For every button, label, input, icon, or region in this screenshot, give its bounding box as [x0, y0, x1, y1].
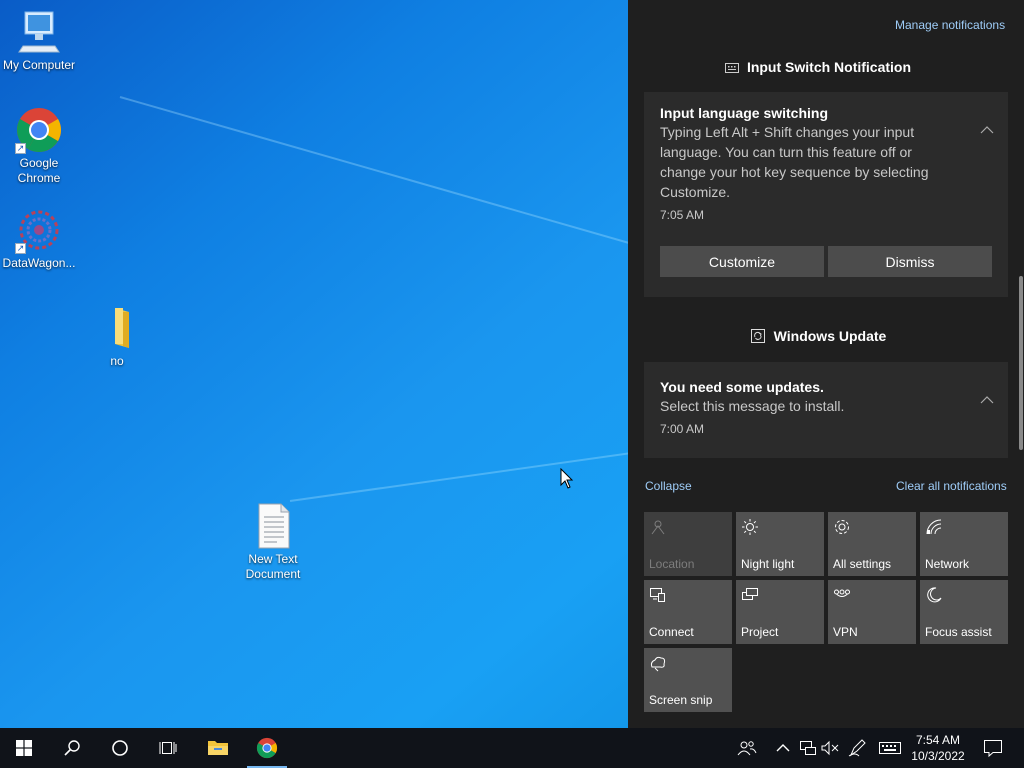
- pen-icon[interactable]: [847, 738, 869, 758]
- datawagon-icon: ↗: [15, 206, 63, 254]
- desktop-icon-label: My Computer: [2, 58, 76, 72]
- clear-all-notifications-link[interactable]: Clear all notifications: [896, 479, 1007, 493]
- quick-action-focus-assist[interactable]: Focus assist: [920, 580, 1008, 644]
- desktop-icon-google-chrome[interactable]: ↗ Google Chrome: [0, 106, 78, 186]
- night-light-icon: [742, 519, 758, 535]
- screen-snip-icon: [650, 656, 666, 672]
- shortcut-arrow-icon: ↗: [15, 143, 26, 154]
- dismiss-button[interactable]: Dismiss: [828, 246, 992, 277]
- quick-action-label: All settings: [833, 557, 892, 571]
- quick-action-label: VPN: [833, 625, 858, 639]
- desktop-icon-label: DataWagon...: [2, 256, 76, 270]
- quick-action-connect[interactable]: Connect: [644, 580, 732, 644]
- chevron-up-icon[interactable]: [980, 392, 994, 407]
- file-explorer-icon: [208, 741, 228, 755]
- notification-card-windows-update[interactable]: You need some updates. Select this messa…: [644, 362, 1008, 458]
- quick-action-night-light[interactable]: Night light: [736, 512, 824, 576]
- notification-group-title: Input Switch Notification: [746, 59, 912, 75]
- chevron-up-icon[interactable]: [772, 738, 794, 758]
- taskbar: 7:54 AM 10/3/2022: [0, 728, 1024, 768]
- notification-group-header: Input Switch Notification: [628, 59, 1008, 76]
- location-icon: [651, 520, 665, 535]
- collapse-link[interactable]: Collapse: [645, 479, 692, 493]
- mouse-cursor-icon: [560, 468, 574, 489]
- project-icon: [742, 588, 758, 600]
- notification-body: Select this message to install.: [660, 398, 845, 414]
- wallpaper-light-beam: [119, 96, 628, 247]
- quick-action-network[interactable]: Network: [920, 512, 1008, 576]
- start-button[interactable]: [0, 728, 48, 768]
- chrome-taskbar-button[interactable]: [243, 728, 291, 768]
- computer-icon: [15, 8, 63, 56]
- quick-action-label: Location: [649, 557, 695, 571]
- task-view-icon: [159, 742, 177, 754]
- quick-action-project[interactable]: Project: [736, 580, 824, 644]
- connect-icon: [650, 588, 665, 602]
- keyboard-icon: [724, 60, 739, 76]
- desktop-icon-datawagon[interactable]: ↗ DataWagon...: [0, 206, 78, 271]
- notification-time: 7:05 AM: [660, 208, 705, 222]
- quick-action-label: Project: [741, 625, 779, 639]
- update-icon: [750, 328, 766, 347]
- action-center: Manage notifications Input Switch Notifi…: [628, 0, 1024, 728]
- quick-action-label: Focus assist: [925, 625, 992, 639]
- notification-time: 7:00 AM: [660, 422, 705, 436]
- chevron-up-icon[interactable]: [980, 122, 994, 137]
- quick-action-location[interactable]: Location: [644, 512, 732, 576]
- text-document-icon: [249, 502, 297, 550]
- network-wired-icon[interactable]: [797, 738, 819, 758]
- gear-icon: [835, 520, 849, 534]
- notification-group-header: Windows Update: [628, 328, 1008, 347]
- wallpaper-light-beam: [289, 449, 628, 502]
- quick-action-all-settings[interactable]: All settings: [828, 512, 916, 576]
- desktop-icon-label: Google Chrome: [17, 156, 61, 185]
- search-icon: [64, 740, 80, 756]
- moon-icon: [927, 587, 942, 603]
- start-icon: [16, 740, 32, 756]
- notification-title: You need some updates.: [660, 379, 824, 395]
- chrome-icon: [256, 737, 278, 759]
- notification-card-input-switching[interactable]: Input language switching Typing Left Alt…: [644, 92, 1008, 297]
- keyboard-icon[interactable]: [878, 738, 902, 758]
- notification-title: Input language switching: [660, 105, 828, 121]
- quick-action-label: Network: [925, 557, 970, 571]
- folder-icon: [93, 304, 141, 352]
- desktop-icon-label: New Text Document: [245, 552, 301, 581]
- notification-group-title: Windows Update: [773, 328, 887, 345]
- vpn-icon: [834, 589, 850, 597]
- volume-muted-icon[interactable]: [819, 738, 841, 758]
- quick-action-label: Night light: [741, 557, 795, 571]
- quick-action-screen-snip[interactable]: Screen snip: [644, 648, 732, 712]
- desktop[interactable]: My Computer ↗ Google Chrome ↗ DataWagon.…: [0, 0, 628, 728]
- desktop-icon-folder-no[interactable]: no: [78, 304, 156, 369]
- clock-time: 7:54 AM: [915, 733, 961, 747]
- quick-action-vpn[interactable]: VPN: [828, 580, 916, 644]
- clock[interactable]: 7:54 AM 10/3/2022: [906, 732, 970, 764]
- manage-notifications-link[interactable]: Manage notifications: [895, 18, 1005, 32]
- quick-action-label: Screen snip: [649, 693, 713, 707]
- clock-date: 10/3/2022: [911, 749, 965, 763]
- desktop-icon-my-computer[interactable]: My Computer: [0, 8, 78, 73]
- network-icon: [926, 519, 942, 535]
- search-button[interactable]: [48, 728, 96, 768]
- notification-body: Typing Left Alt + Shift changes your inp…: [660, 124, 929, 200]
- file-explorer-button[interactable]: [194, 728, 242, 768]
- desktop-icon-new-text-document[interactable]: New Text Document: [234, 502, 312, 582]
- customize-button[interactable]: Customize: [660, 246, 824, 277]
- quick-action-label: Connect: [649, 625, 694, 639]
- people-icon[interactable]: [736, 738, 758, 758]
- notification-icon[interactable]: [982, 738, 1004, 758]
- shortcut-arrow-icon: ↗: [15, 243, 26, 254]
- scrollbar[interactable]: [1019, 276, 1023, 450]
- cortana-button[interactable]: [96, 728, 144, 768]
- cortana-icon: [112, 740, 128, 756]
- chrome-icon: ↗: [15, 106, 63, 154]
- task-view-button[interactable]: [144, 728, 192, 768]
- desktop-icon-label: no: [110, 354, 124, 368]
